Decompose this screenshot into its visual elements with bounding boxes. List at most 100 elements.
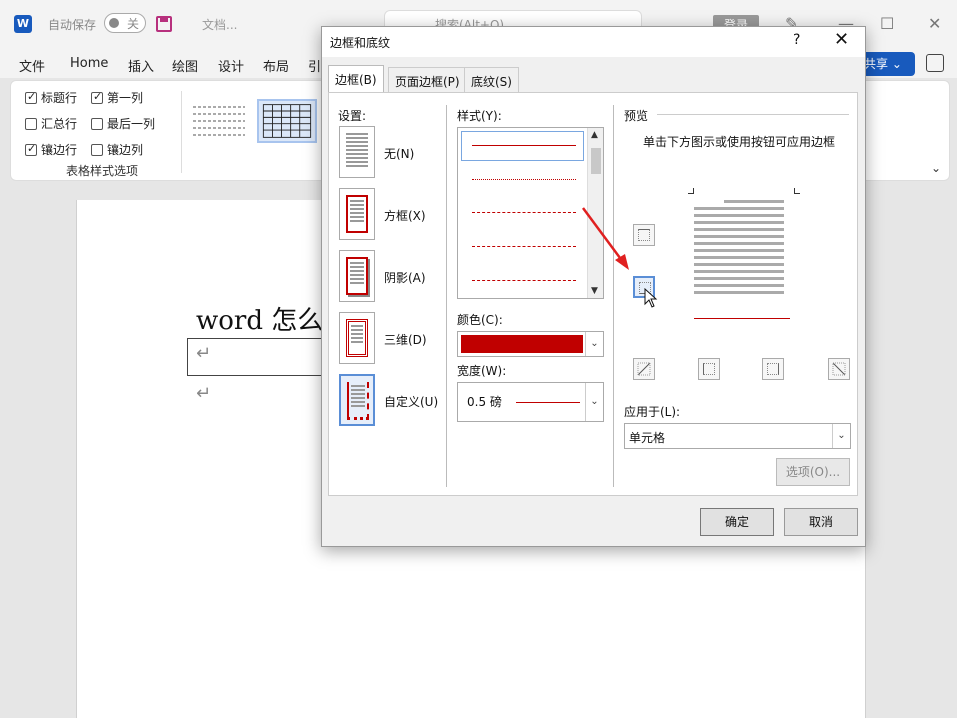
table-style-plain[interactable] [189,99,249,143]
mouse-cursor-icon [644,288,658,308]
setting-shadow-icon[interactable] [339,250,375,302]
apply-to-label: 应用于(L): [624,405,681,419]
option-header-row[interactable]: 标题行 [25,89,77,106]
inside-vertical-border-button[interactable] [762,358,784,380]
preview-bottom-border [694,318,790,319]
paragraph-mark-icon: ↵ [196,383,212,404]
document-title-text[interactable]: word 怎么 [196,300,323,337]
width-sample-line [516,402,580,403]
menu-references[interactable]: 引 [308,56,321,75]
style-solid-line[interactable] [472,145,576,146]
setting-shadow-label[interactable]: 阴影(A) [384,269,426,286]
document-name[interactable]: 文档... [202,16,237,33]
option-label: 标题行 [41,91,78,105]
scroll-thumb[interactable] [591,148,601,174]
checkbox-icon [91,118,103,130]
close-dialog-button[interactable]: ✕ [834,29,849,50]
option-total-row[interactable]: 汇总行 [25,115,77,132]
menu-home[interactable]: Home [70,56,108,71]
save-icon[interactable] [156,16,172,32]
checkbox-icon [91,144,103,156]
option-label: 镶边行 [41,143,78,157]
option-banded-rows[interactable]: 镶边行 [25,141,77,158]
option-label: 第一列 [107,91,144,105]
table-style-grid[interactable] [257,99,317,143]
option-last-column[interactable]: 最后一列 [91,115,155,132]
ok-button[interactable]: 确定 [700,508,774,536]
scroll-down-icon[interactable]: ▼ [591,286,598,296]
width-value: 0.5 磅 [467,395,502,409]
checkbox-icon [25,118,37,130]
table-style-options-label: 表格样式选项 [66,164,139,178]
setting-3d-label[interactable]: 三维(D) [384,331,427,348]
style-dotted-line[interactable] [472,179,576,180]
scroll-up-icon[interactable]: ▲ [591,130,598,140]
setting-box-label[interactable]: 方框(X) [384,207,426,224]
setting-box-icon[interactable] [339,188,375,240]
left-border-button[interactable] [698,358,720,380]
color-label: 颜色(C): [457,313,503,327]
width-dropdown[interactable]: 0.5 磅 ⌄ [457,382,604,422]
annotation-arrow-icon [581,207,629,270]
option-first-column[interactable]: 第一列 [91,89,143,106]
column-divider [613,105,614,487]
help-button[interactable]: ? [793,32,800,48]
option-label: 汇总行 [41,117,78,131]
dialog-title-bar: 边框和底纹 ? ✕ [322,27,865,57]
tab-shading[interactable]: 底纹(S) [464,67,519,93]
setting-3d-icon[interactable] [339,312,375,364]
option-label: 最后一列 [107,117,156,131]
borders-tab-panel: 设置: 无(N) 方框(X) 阴影(A) 三维(D) 自定义(U) 样式(Y): [328,92,858,496]
ribbon-expand-icon[interactable]: ⌄ [931,161,941,175]
style-dashed-line[interactable] [472,246,576,247]
setting-custom-icon[interactable] [339,374,375,426]
close-window-icon[interactable]: ✕ [928,14,941,33]
color-swatch [461,335,583,353]
apply-to-dropdown[interactable]: 单元格 ⌄ [624,423,851,449]
top-border-button[interactable] [633,224,655,246]
diagonal-up-border-button[interactable] [633,358,655,380]
menu-file[interactable]: 文件 [19,56,45,75]
chevron-down-icon[interactable]: ⌄ [585,383,603,421]
dialog-title: 边框和底纹 [330,36,391,50]
preview-rule [657,114,849,115]
share-button[interactable]: 共享 ⌄ [862,52,915,76]
style-long-dash-line[interactable] [472,280,576,281]
diagonal-down-border-button[interactable] [828,358,850,380]
tab-borders[interactable]: 边框(B) [328,65,384,93]
selected-style-highlight [461,131,584,161]
borders-and-shading-dialog: 边框和底纹 ? ✕ 边框(B) 页面边框(P) 底纹(S) 设置: 无(N) 方… [321,26,866,547]
style-label: 样式(Y): [457,109,502,123]
paragraph-mark-icon: ↵ [196,343,212,364]
toggle-knob [109,18,119,28]
setting-none-label[interactable]: 无(N) [384,145,414,162]
cancel-button[interactable]: 取消 [784,508,858,536]
word-logo-icon: W [14,15,32,33]
style-dash-dot-line[interactable] [472,212,576,213]
menu-insert[interactable]: 插入 [128,56,154,75]
ribbon-separator [181,91,182,173]
options-button[interactable]: 选项(O)... [776,458,850,486]
checkbox-icon [91,90,103,104]
setting-none-icon[interactable] [339,126,375,178]
maximize-icon[interactable]: ☐ [880,14,894,33]
comment-icon[interactable] [926,54,944,72]
menu-layout[interactable]: 布局 [263,56,289,75]
menu-draw[interactable]: 绘图 [172,56,198,75]
chevron-down-icon[interactable]: ⌄ [585,332,603,356]
apply-to-value: 单元格 [629,431,666,445]
preview-label: 预览 [624,109,649,123]
checkbox-icon [25,90,37,104]
menu-design[interactable]: 设计 [218,56,244,75]
diagonal-down-icon [832,362,846,376]
width-label: 宽度(W): [457,364,507,378]
preview-page[interactable] [688,188,800,324]
autosave-toggle[interactable]: 关 [104,13,146,33]
preview-hint: 单击下方图示或使用按钮可应用边框 [642,135,835,149]
option-banded-columns[interactable]: 镶边列 [91,141,143,158]
chevron-down-icon[interactable]: ⌄ [832,424,850,448]
column-divider [446,105,447,487]
tab-page-border[interactable]: 页面边框(P) [388,67,467,93]
setting-custom-label[interactable]: 自定义(U) [384,393,438,410]
color-dropdown[interactable]: ⌄ [457,331,604,357]
